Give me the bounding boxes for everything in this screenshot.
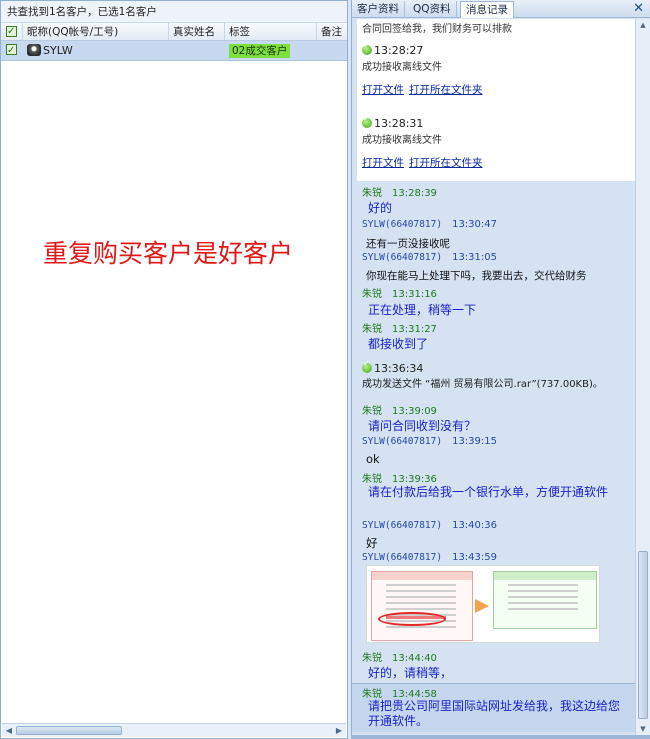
message-header: SYLW(66407817) 13:30:47 (362, 219, 497, 230)
tab-customer-info[interactable]: 客户资料 (352, 1, 405, 18)
customer-list-panel: 共查找到1名客户，已选1名客户 昵称(QQ帐号/工号) 真实姓名 标签 备注 S… (0, 0, 348, 739)
customer-grid-header: 昵称(QQ帐号/工号) 真实姓名 标签 备注 (1, 23, 347, 41)
message-header: 朱锐 13:39:36 (362, 474, 437, 485)
message-text: ok (366, 452, 380, 466)
bank-receipt-image[interactable] (366, 565, 600, 643)
row-nickname-cell: SYLW (23, 41, 169, 60)
column-note[interactable]: 备注 (317, 23, 347, 40)
message-history-feed: 合同回签给我，我们财务可以排款 13:28:27 成功接收离线文件 打开文件 打… (352, 19, 635, 735)
message-header: SYLW(66407817) 13:40:36 (362, 520, 497, 531)
row-checkbox[interactable] (1, 41, 23, 61)
message-header: 朱锐 13:31:27 (362, 324, 437, 335)
message-text: 请问合同收到没有？ (368, 419, 477, 433)
detail-panel: 客户资料 QQ资料 消息记录 ✕ 合同回签给我，我们财务可以排款 13:28:2… (351, 0, 650, 739)
row-note (317, 41, 347, 60)
file-event-text: 成功发送文件 “福州 贸易有限公司.rar”(737.00KB)。 (362, 379, 603, 390)
highlight-circle (378, 612, 446, 626)
success-check-icon (362, 359, 372, 373)
message-text: 你现在能马上处理下吗，我要出去，交代给财务 (366, 270, 587, 282)
message-text: 好的 (368, 201, 393, 215)
close-icon[interactable]: ✕ (633, 0, 644, 17)
scroll-left-icon[interactable]: ◀ (3, 725, 15, 736)
message-header: SYLW(66407817) 13:43:59 (362, 552, 497, 563)
scroll-thumb[interactable] (638, 551, 648, 719)
scroll-thumb[interactable] (16, 726, 122, 735)
message-text: 还有一页没接收呢 (366, 238, 450, 250)
message-header: 朱锐 13:44:40 (362, 653, 437, 664)
message-header: SYLW(66407817) 13:31:05 (362, 252, 497, 263)
avatar (27, 44, 41, 56)
receipt-payer-panel (371, 571, 473, 641)
message-text: 好的，请稍等， (368, 666, 453, 680)
column-tag[interactable]: 标签 (225, 23, 317, 40)
arrow-right-icon (475, 599, 489, 613)
scroll-up-icon[interactable]: ▲ (638, 20, 648, 30)
open-folder-link[interactable]: 打开所在文件夹 (409, 82, 483, 97)
message-header: SYLW(66407817) 13:39:15 (362, 436, 497, 447)
message-header: 朱锐 13:31:16 (362, 289, 437, 300)
file-event-time: 13:28:27 (362, 41, 423, 57)
status-strip (351, 735, 650, 739)
select-all-checkbox[interactable] (1, 23, 23, 40)
scroll-right-icon[interactable]: ▶ (333, 725, 345, 736)
file-event-text: 成功接收离线文件 (362, 135, 442, 146)
open-folder-link[interactable]: 打开所在文件夹 (409, 155, 483, 170)
success-check-icon (362, 114, 372, 128)
success-check-icon (362, 41, 372, 55)
open-file-link[interactable]: 打开文件 (362, 155, 404, 170)
message-text: 都接收到了 (368, 337, 429, 351)
tab-qq-info[interactable]: QQ资料 (408, 1, 457, 18)
row-nickname: SYLW (43, 44, 73, 57)
scroll-down-icon[interactable]: ▼ (638, 724, 648, 734)
message-text: 请把贵公司阿里国际站网址发给我，我这边给您开通软件。 (368, 699, 621, 728)
column-realname[interactable]: 真实姓名 (169, 23, 225, 40)
tab-message-history[interactable]: 消息记录 (460, 1, 514, 18)
message-text: 合同回签给我，我们财务可以排款 (362, 24, 512, 35)
message-header: 朱锐 13:39:09 (362, 406, 437, 417)
checkbox-checked-icon (6, 41, 17, 61)
file-event-text: 成功接收离线文件 (362, 62, 442, 73)
column-nickname[interactable]: 昵称(QQ帐号/工号) (23, 23, 169, 40)
horizontal-scrollbar[interactable]: ◀ ▶ (2, 723, 346, 737)
receipt-payee-panel (493, 571, 597, 629)
search-summary: 共查找到1名客户，已选1名客户 (1, 1, 347, 23)
message-text: 请在付款后给我一个银行水单，方便开通软件 (368, 485, 609, 499)
message-text: 正在处理，稍等一下 (368, 303, 477, 317)
status-badge: 02成交客户 (229, 44, 291, 58)
row-tag-cell: 02成交客户 (225, 41, 317, 60)
annotation-text: 重复购买客户是好客户 (43, 239, 294, 268)
row-realname (169, 41, 225, 60)
message-header: 朱锐 13:44:58 (362, 689, 437, 700)
message-header: 朱锐 13:28:39 (362, 188, 437, 199)
vertical-scrollbar[interactable]: ▲ ▼ (635, 19, 650, 735)
tab-bar: 客户资料 QQ资料 消息记录 ✕ (352, 0, 650, 18)
open-file-link[interactable]: 打开文件 (362, 82, 404, 97)
file-event-time: 13:36:34 (362, 359, 423, 375)
message-text: 好 (366, 536, 378, 550)
customer-row[interactable]: SYLW 02成交客户 (1, 41, 347, 61)
file-event-time: 13:28:31 (362, 114, 423, 130)
checkbox-checked-icon (6, 23, 17, 40)
